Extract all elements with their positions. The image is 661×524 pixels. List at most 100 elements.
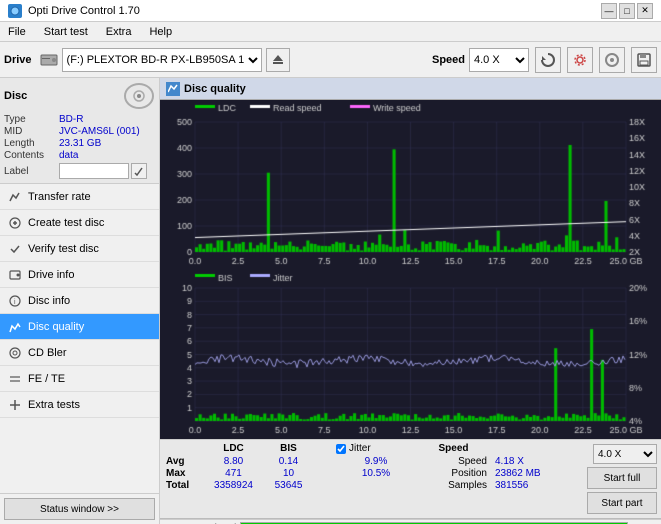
title-bar-controls[interactable]: — □ ✕ bbox=[601, 3, 653, 19]
chart-title: Disc quality bbox=[184, 83, 246, 95]
samples-label: Samples bbox=[416, 480, 491, 491]
sidebar-item-cd-bler[interactable]: CD Bler bbox=[0, 340, 159, 366]
disc-panel: Disc Type BD-R MID JVC-AMS6L (001) Lengt… bbox=[0, 78, 159, 184]
disc-contents-row: Contents data bbox=[4, 150, 155, 161]
menu-help[interactable]: Help bbox=[145, 25, 176, 39]
drive-label: Drive bbox=[4, 54, 32, 66]
save-icon bbox=[636, 52, 652, 68]
total-label: Total bbox=[166, 480, 206, 491]
disc-label-key: Label bbox=[4, 166, 59, 177]
app-icon bbox=[8, 4, 22, 18]
right-controls: 4.0 X Start full Start part bbox=[583, 440, 661, 518]
sidebar-item-disc-quality[interactable]: Disc quality bbox=[0, 314, 159, 340]
menu-file[interactable]: File bbox=[4, 25, 30, 39]
svg-text:i: i bbox=[14, 299, 16, 306]
menu-start-test[interactable]: Start test bbox=[40, 25, 92, 39]
sidebar-item-extra-tests[interactable]: Extra tests bbox=[0, 392, 159, 418]
sidebar-item-create-test-disc[interactable]: Create test disc bbox=[0, 210, 159, 236]
main-area: Disc Type BD-R MID JVC-AMS6L (001) Lengt… bbox=[0, 78, 661, 524]
disc-icon bbox=[604, 52, 620, 68]
app-title: Opti Drive Control 1.70 bbox=[28, 5, 140, 17]
speed-select-stats[interactable]: 4.0 X bbox=[593, 444, 657, 464]
disc-graphic bbox=[123, 82, 155, 110]
chart-top bbox=[160, 100, 661, 270]
drive-info-icon bbox=[8, 268, 22, 282]
stat-empty-header2 bbox=[491, 443, 571, 454]
title-bar: Opti Drive Control 1.70 — □ ✕ bbox=[0, 0, 661, 22]
disc-label-edit-button[interactable] bbox=[131, 163, 147, 179]
minimize-button[interactable]: — bbox=[601, 3, 617, 19]
stat-jitter-max: 10.5% bbox=[336, 468, 416, 479]
jitter-checkbox[interactable] bbox=[336, 444, 346, 454]
disc-label-input[interactable] bbox=[59, 163, 129, 179]
empty-cell3 bbox=[316, 480, 336, 491]
empty-cell1 bbox=[316, 456, 336, 467]
settings-button[interactable] bbox=[567, 47, 593, 73]
fe-te-icon bbox=[8, 372, 22, 386]
disc-type-key: Type bbox=[4, 114, 59, 125]
stats-bar: LDC BIS Jitter Speed Avg 8.80 0.14 bbox=[160, 439, 661, 524]
stat-ldc-header: LDC bbox=[206, 443, 261, 454]
stat-position-val: 23862 MB bbox=[491, 468, 571, 479]
disc-title: Disc bbox=[4, 90, 27, 102]
jitter-check-cell: Jitter bbox=[336, 443, 416, 454]
sidebar-item-disc-info[interactable]: i Disc info bbox=[0, 288, 159, 314]
stat-speed-header: Speed bbox=[416, 443, 491, 454]
chart-header: Disc quality bbox=[160, 78, 661, 100]
gear-icon bbox=[572, 52, 588, 68]
disc-button[interactable] bbox=[599, 47, 625, 73]
stat-bis-avg: 0.14 bbox=[261, 456, 316, 467]
nav-items: Transfer rate Create test disc Verify te… bbox=[0, 184, 159, 418]
sidebar-item-drive-info[interactable]: Drive info bbox=[0, 262, 159, 288]
drive-select[interactable]: (F:) PLEXTOR BD-R PX-LB950SA 1.06 bbox=[62, 48, 262, 72]
sidebar-item-fe-te[interactable]: FE / TE bbox=[0, 366, 159, 392]
sidebar-item-verify-test-disc[interactable]: Verify test disc bbox=[0, 236, 159, 262]
disc-type-row: Type BD-R bbox=[4, 114, 155, 125]
disc-quality-icon bbox=[8, 320, 22, 334]
stat-empty-header bbox=[166, 443, 206, 454]
disc-contents-val: data bbox=[59, 150, 78, 161]
cd-bler-icon bbox=[8, 346, 22, 360]
stat-samples-val: 381556 bbox=[491, 480, 571, 491]
save-button[interactable] bbox=[631, 47, 657, 73]
sidebar: Disc Type BD-R MID JVC-AMS6L (001) Lengt… bbox=[0, 78, 160, 524]
charts-area bbox=[160, 100, 661, 439]
close-button[interactable]: ✕ bbox=[637, 3, 653, 19]
sidebar-item-transfer-rate[interactable]: Transfer rate bbox=[0, 184, 159, 210]
stat-ldc-total: 3358924 bbox=[206, 480, 261, 491]
position-label: Position bbox=[416, 468, 491, 479]
create-disc-icon bbox=[8, 216, 22, 230]
stats-table: LDC BIS Jitter Speed Avg 8.80 0.14 bbox=[160, 440, 583, 518]
bottom-status-bar: Tests completed 33:12 bbox=[160, 519, 661, 524]
drive-selector-area: (F:) PLEXTOR BD-R PX-LB950SA 1.06 bbox=[40, 48, 420, 72]
stat-speed-val: 4.18 X bbox=[491, 456, 571, 467]
disc-mid-key: MID bbox=[4, 126, 59, 137]
refresh-button[interactable] bbox=[535, 47, 561, 73]
start-full-button[interactable]: Start full bbox=[587, 467, 657, 489]
disc-header: Disc bbox=[4, 82, 155, 110]
maximize-button[interactable]: □ bbox=[619, 3, 635, 19]
disc-mid-val: JVC-AMS6L (001) bbox=[59, 126, 140, 137]
verify-icon bbox=[8, 242, 22, 256]
edit-icon bbox=[134, 166, 144, 176]
disc-info-icon: i bbox=[8, 294, 22, 308]
status-bar-area: Status window >> bbox=[0, 493, 159, 524]
speed-header2: Speed bbox=[416, 456, 491, 467]
drive-icon bbox=[40, 51, 58, 69]
chart-bottom bbox=[160, 270, 661, 439]
title-bar-left: Opti Drive Control 1.70 bbox=[8, 4, 140, 18]
disc-mid-row: MID JVC-AMS6L (001) bbox=[4, 126, 155, 137]
status-window-button[interactable]: Status window >> bbox=[4, 498, 155, 520]
empty-jitter-total bbox=[336, 480, 416, 491]
start-part-button[interactable]: Start part bbox=[587, 492, 657, 514]
speed-select[interactable]: 4.0 X bbox=[469, 48, 529, 72]
content-area: Disc quality LDC BIS bbox=[160, 78, 661, 524]
stat-bis-total: 53645 bbox=[261, 480, 316, 491]
stat-bis-header: BIS bbox=[261, 443, 316, 454]
disc-contents-key: Contents bbox=[4, 150, 59, 161]
bottom-chart-canvas bbox=[160, 270, 661, 439]
eject-button[interactable] bbox=[266, 48, 290, 72]
refresh-icon bbox=[540, 52, 556, 68]
menu-extra[interactable]: Extra bbox=[102, 25, 136, 39]
empty-cell2 bbox=[316, 468, 336, 479]
